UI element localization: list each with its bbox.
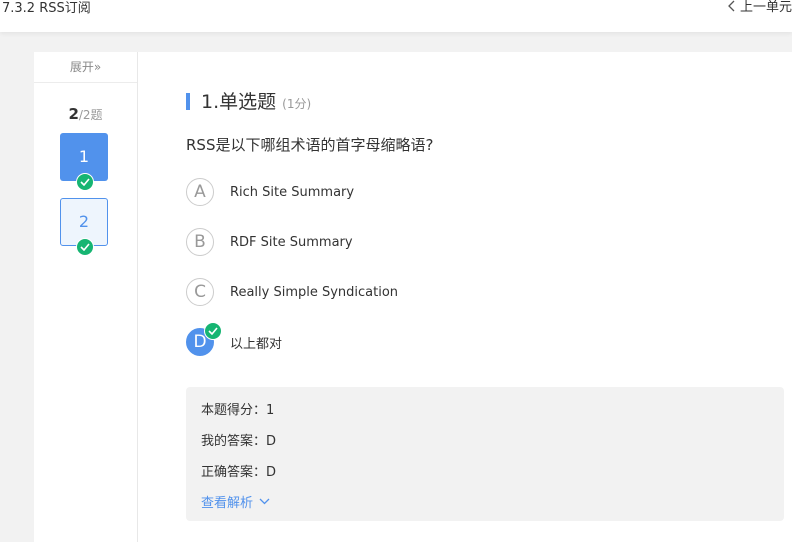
option-text: RDF Site Summary — [230, 234, 353, 250]
option-a[interactable]: A Rich Site Summary — [186, 178, 354, 206]
option-c[interactable]: C Really Simple Syndication — [186, 278, 398, 306]
question-nav-1[interactable]: 1 — [60, 133, 108, 191]
answered-check-icon — [76, 173, 94, 191]
view-analysis-link[interactable]: 查看解析 — [201, 492, 270, 511]
option-text: Really Simple Syndication — [230, 284, 399, 300]
option-letter: A — [186, 178, 214, 206]
score-line: 本题得分：1 — [201, 403, 275, 418]
my-answer: 我的答案：D — [201, 434, 277, 449]
question-counter: 2/2题 — [34, 105, 137, 123]
option-letter: B — [186, 228, 214, 256]
chevron-left-icon — [728, 0, 736, 16]
answer-result-box: 本题得分：1 我的答案：D 正确答案：D 查看解析 — [186, 387, 784, 521]
option-d[interactable]: D 以上都对 — [186, 322, 283, 356]
option-text: Rich Site Summary — [230, 184, 355, 200]
question-stem: RSS是以下哪组术语的首字母缩略语? — [186, 136, 434, 154]
option-text: 以上都对 — [230, 336, 283, 352]
question-score: (1分) — [282, 97, 312, 111]
current-index: 2 — [68, 105, 79, 123]
total-suffix: /2题 — [78, 108, 103, 122]
prev-unit-button[interactable]: 上一单元 — [728, 0, 792, 16]
correct-answer: 正确答案：D — [201, 465, 277, 480]
selected-check-icon — [204, 322, 222, 340]
expand-button[interactable]: 展开» — [34, 52, 137, 83]
top-bar: 7.3.2 RSS订阅 上一单元 — [0, 0, 792, 32]
section-accent-bar — [186, 93, 190, 110]
view-analysis-label: 查看解析 — [201, 496, 254, 511]
question-nav-panel: 展开» 2/2题 1 2 — [34, 52, 138, 542]
option-b[interactable]: B RDF Site Summary — [186, 228, 353, 256]
chevron-down-icon — [259, 494, 270, 509]
chapter-title: 7.3.2 RSS订阅 — [2, 1, 91, 16]
question-type-title: 1.单选题 (1分) — [201, 90, 311, 116]
question-panel: 1.单选题 (1分) RSS是以下哪组术语的首字母缩略语? A Rich Site… — [138, 52, 792, 542]
prev-unit-label: 上一单元 — [739, 0, 792, 15]
option-letter: C — [186, 278, 214, 306]
answered-check-icon — [76, 238, 94, 256]
question-number: 1 — [78, 147, 90, 166]
question-type-label: 1.单选题 — [201, 91, 277, 113]
question-number: 2 — [78, 212, 90, 231]
option-letter-selected: D — [186, 322, 222, 356]
question-nav-2[interactable]: 2 — [60, 198, 108, 256]
